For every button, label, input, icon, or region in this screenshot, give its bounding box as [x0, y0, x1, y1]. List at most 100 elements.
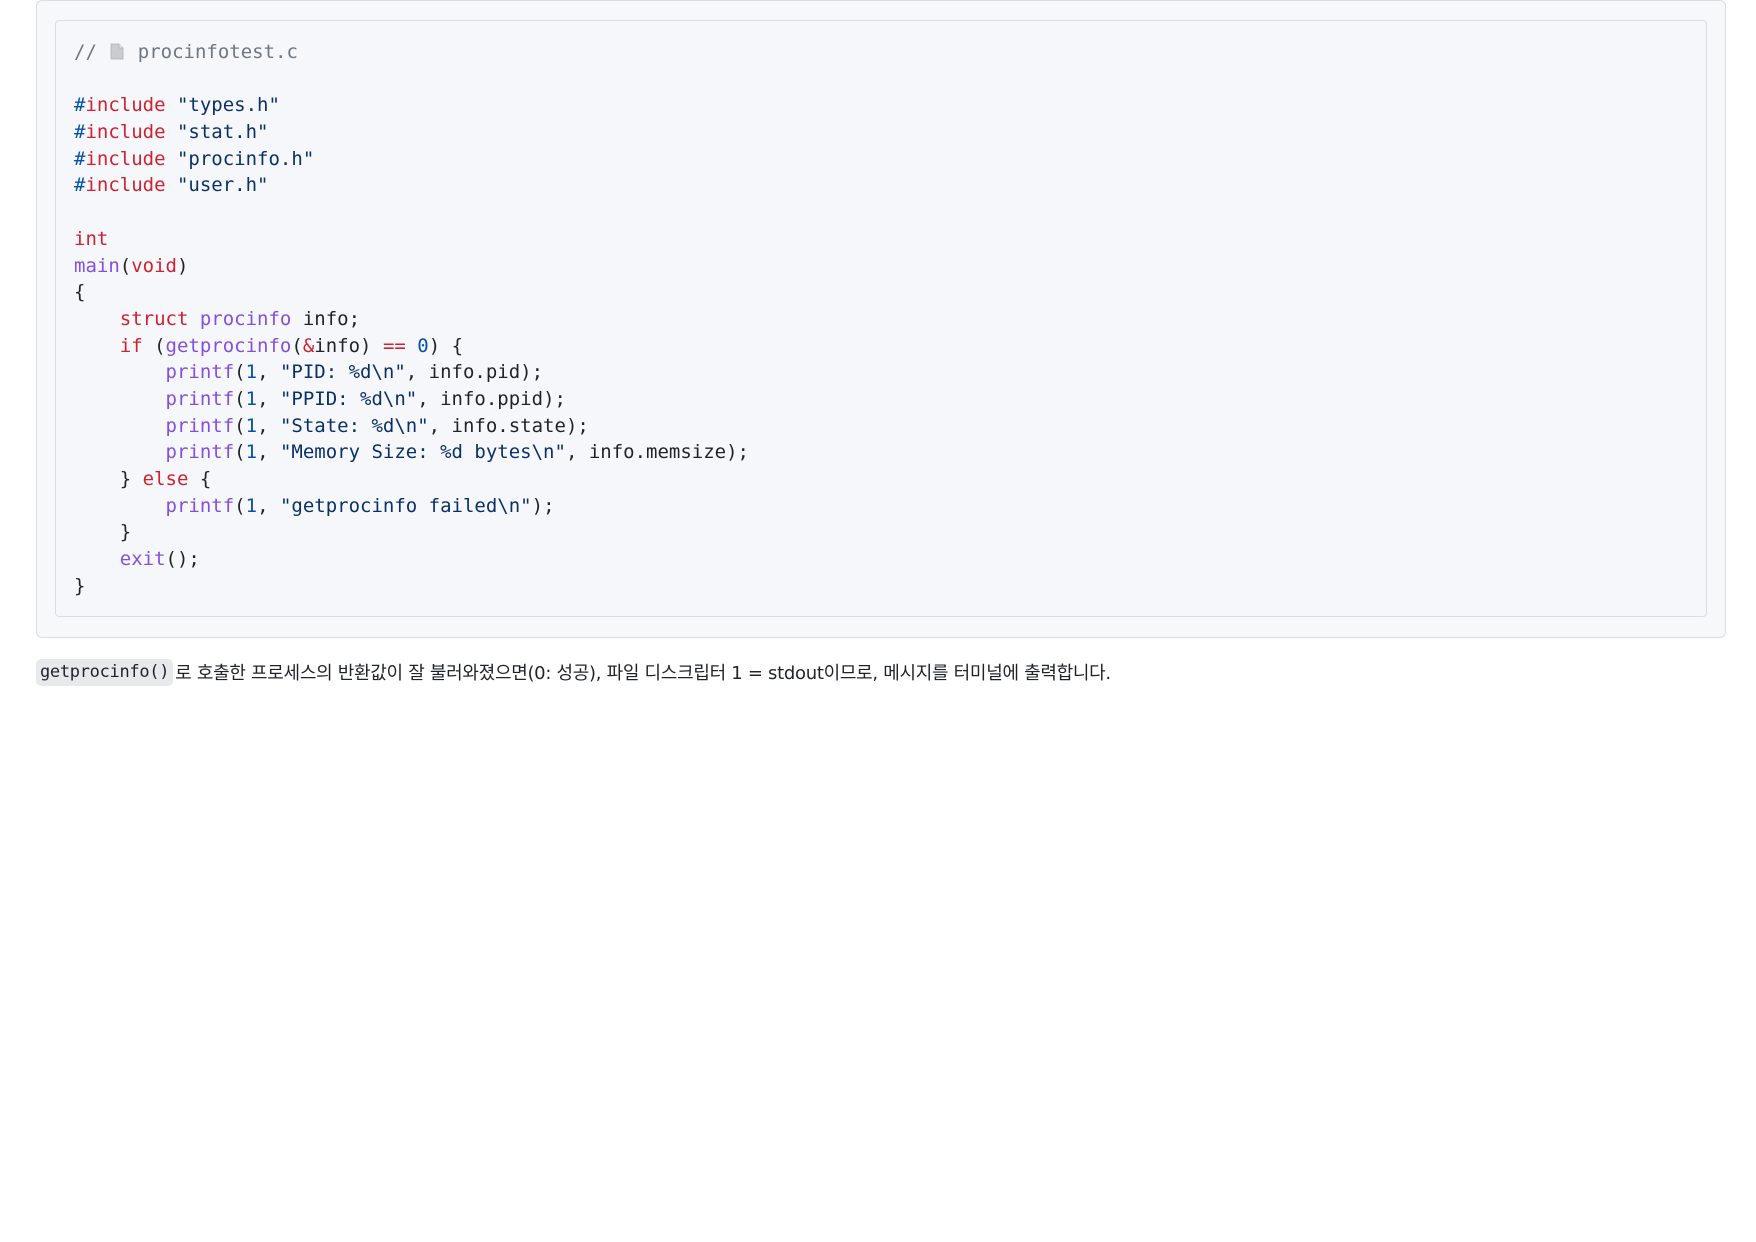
code-token: ( [234, 387, 246, 410]
code-token: ) [176, 254, 189, 277]
code-line: #include "types.h" [74, 92, 1706, 119]
code-token: 1 [245, 387, 258, 410]
code-token: include [85, 174, 166, 197]
code-token: include [85, 121, 166, 144]
code-token: procinfo [199, 307, 292, 330]
code-line: // procinfotest.c [74, 39, 1706, 66]
code-token: # [74, 147, 86, 170]
code-token: , [257, 361, 280, 384]
code-token: # [74, 121, 86, 144]
code-token: "stat.h" [176, 121, 269, 144]
code-token: printf [165, 361, 235, 384]
code-token: ) { [428, 334, 464, 357]
code-token: info) [314, 334, 383, 357]
code-token: , [257, 387, 280, 410]
code-token: (); [165, 548, 200, 571]
code-token: & [302, 334, 315, 357]
code-token: "PID: %d\n" [279, 361, 406, 384]
code-token: ( [291, 334, 303, 357]
code-token: if [119, 334, 143, 357]
code-block: // procinfotest.c #include "types.h" #inc… [55, 20, 1707, 617]
code-line: { [74, 279, 1706, 306]
code-line: printf(1, "State: %d\n", info.state); [74, 413, 1706, 440]
code-token: "Memory Size: %d bytes\n" [279, 441, 566, 464]
description-text: 로 호출한 프로세스의 반환값이 잘 불러와졌으면(0: 성공), 파일 디스크… [175, 663, 1111, 684]
inline-code-function: getprocinfo() [36, 658, 174, 686]
code-token: main [74, 254, 120, 277]
code-token: printf [165, 387, 235, 410]
code-token: ( [119, 254, 132, 277]
code-line: printf(1, "PPID: %d\n", info.ppid); [74, 386, 1706, 413]
code-token: "user.h" [176, 174, 269, 197]
code-token: 1 [245, 441, 258, 464]
file-icon [110, 43, 124, 60]
code-token: procinfotest.c [126, 41, 298, 63]
code-token: # [74, 174, 86, 197]
code-line: #include "procinfo.h" [74, 146, 1706, 173]
code-token: } [74, 574, 86, 597]
code-token: printf [165, 441, 235, 464]
code-token: , [257, 494, 280, 517]
code-token: struct [119, 307, 189, 330]
code-token: # [74, 94, 86, 117]
code-line: } [74, 573, 1706, 600]
code-token: exit [119, 548, 166, 571]
code-token: getprocinfo [165, 334, 292, 357]
code-token: ( [234, 414, 246, 437]
code-token: } [74, 521, 132, 544]
code-line: int [74, 226, 1706, 253]
code-token: void [131, 254, 177, 277]
code-token: else [142, 468, 189, 490]
code-token: 1 [245, 414, 258, 437]
code-line: } [74, 519, 1706, 546]
code-token: "PPID: %d\n" [279, 387, 418, 410]
code-token: 0 [417, 334, 429, 357]
code-token: ); [531, 494, 555, 517]
code-token: , [257, 414, 280, 437]
code-token: , info.state); [428, 414, 589, 437]
code-token: } [74, 468, 143, 490]
code-line: printf(1, "Memory Size: %d bytes\n", inf… [74, 439, 1706, 466]
code-token: include [85, 94, 166, 117]
code-token: int [74, 227, 109, 250]
code-line: printf(1, "PID: %d\n", info.pid); [74, 359, 1706, 386]
code-line: main(void) [74, 253, 1706, 280]
code-token: == [382, 334, 406, 357]
code-token: 1 [245, 361, 258, 384]
code-token: info; [291, 307, 361, 330]
code-token: "procinfo.h" [176, 147, 315, 170]
code-token: include [85, 147, 166, 170]
code-token: 1 [245, 494, 258, 517]
code-line: #include "user.h" [74, 172, 1706, 199]
code-line: #include "stat.h" [74, 119, 1706, 146]
code-token: "State: %d\n" [279, 414, 429, 437]
code-line: if (getprocinfo(&info) == 0) { [74, 333, 1706, 360]
code-token: , info.memsize); [565, 441, 749, 464]
code-line: } else { [74, 466, 1706, 493]
code-token: { [74, 281, 86, 304]
code-token: "types.h" [176, 94, 280, 117]
code-token: , info.pid); [405, 361, 544, 384]
code-token: printf [165, 414, 235, 437]
code-token: // [74, 41, 109, 63]
code-line: printf(1, "getprocinfo failed\n"); [74, 493, 1706, 520]
code-token: { [188, 468, 212, 490]
code-token: ( [142, 334, 166, 357]
code-token: ( [234, 441, 246, 464]
